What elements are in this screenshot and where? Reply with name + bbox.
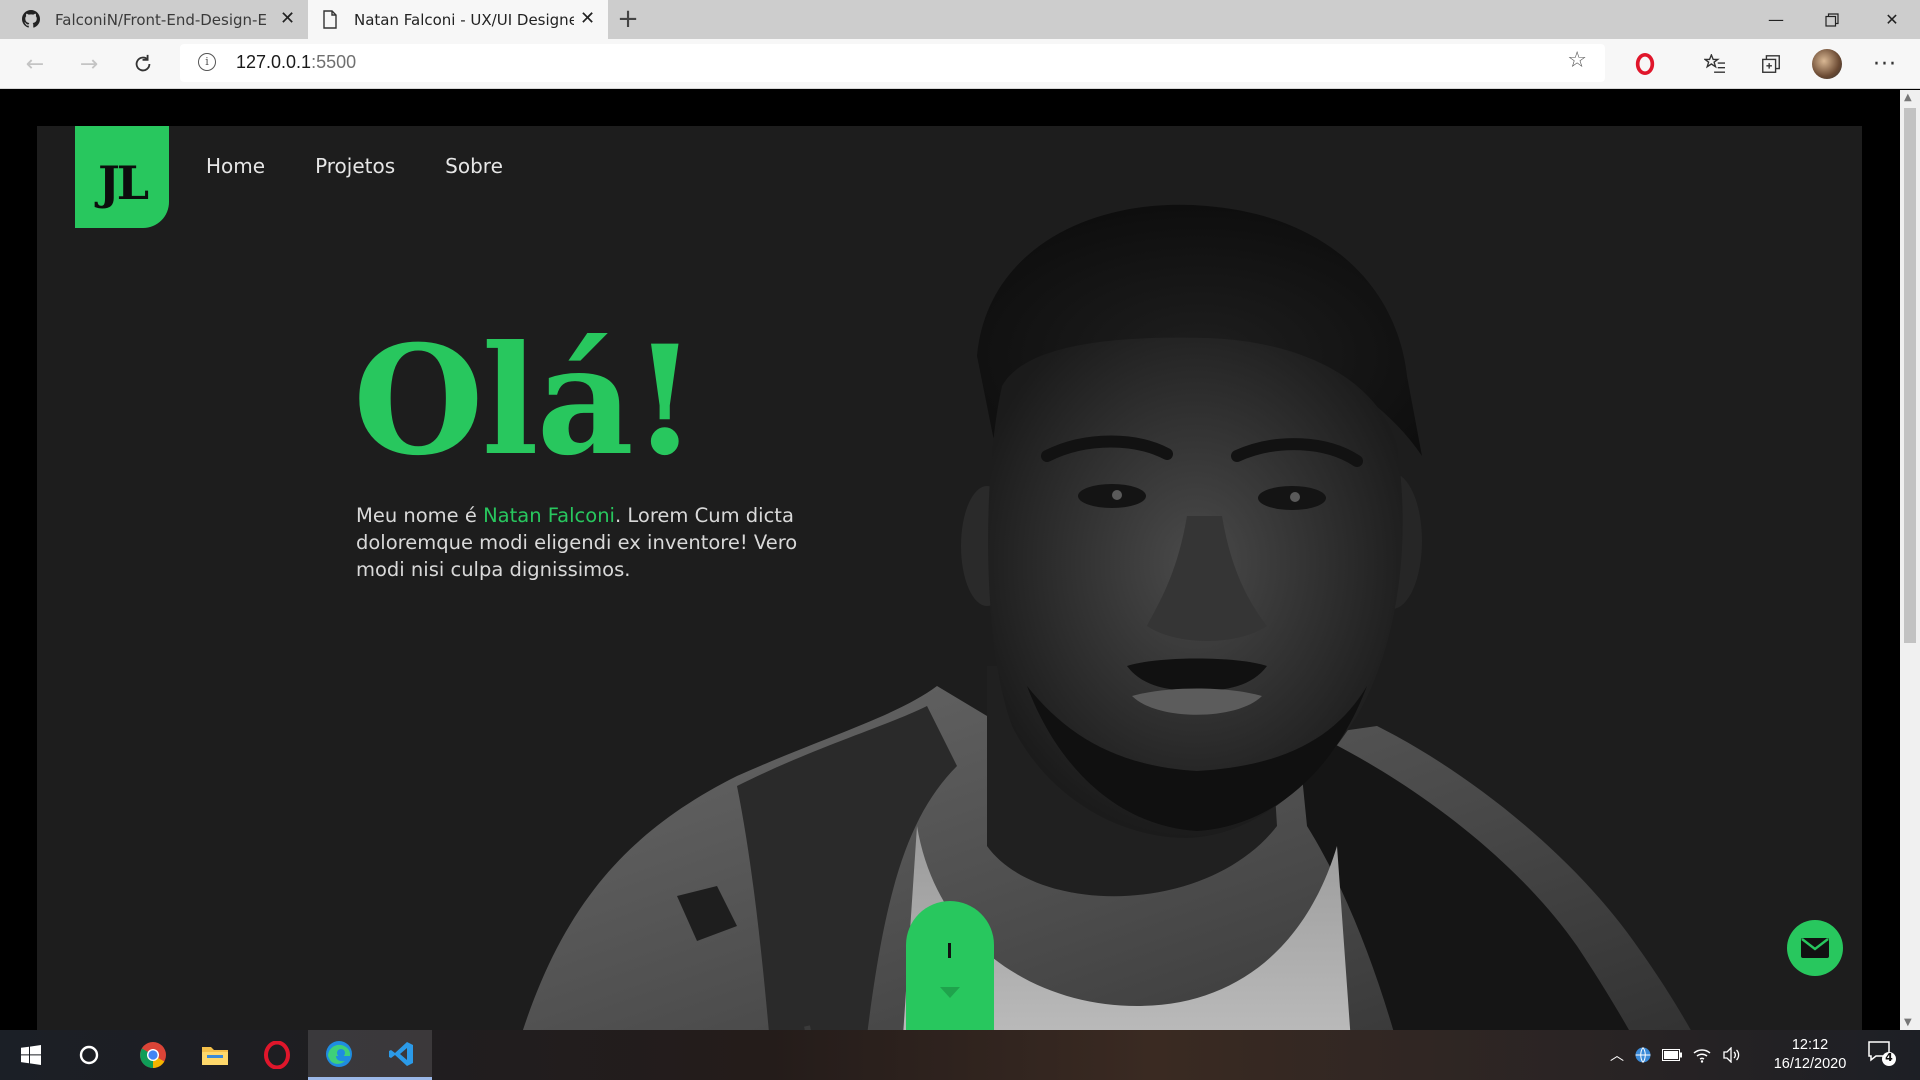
forward-button[interactable]: → (74, 50, 104, 78)
restore-icon (1825, 12, 1839, 27)
scroll-up-arrow-icon[interactable]: ▲ (1904, 92, 1912, 103)
more-menu-icon[interactable]: ··· (1869, 49, 1901, 79)
minimize-button[interactable]: — (1748, 0, 1804, 39)
new-tab-button[interactable]: + (614, 4, 642, 34)
opera-icon (264, 1041, 290, 1069)
taskbar-opera[interactable] (246, 1030, 308, 1080)
restore-button[interactable] (1804, 0, 1860, 39)
taskbar-chrome[interactable] (122, 1030, 184, 1080)
opera-extension-icon[interactable] (1629, 49, 1661, 79)
tab-github[interactable]: FalconiN/Front-End-Design-Esse ✕ (0, 0, 306, 39)
taskbar-file-explorer[interactable] (184, 1030, 246, 1080)
mouse-wheel-icon (948, 943, 951, 958)
clock-time: 12:12 (1791, 1037, 1829, 1053)
avatar (1812, 49, 1842, 79)
cortana-circle-icon (79, 1045, 99, 1065)
intro-name-highlight: Natan Falconi (483, 504, 615, 527)
page-icon (323, 10, 337, 29)
tray-overflow-chevron-icon[interactable]: ︿ (1610, 1045, 1624, 1065)
collections-icon[interactable] (1755, 49, 1787, 79)
tab-title: FalconiN/Front-End-Design-Esse (55, 10, 267, 29)
url-text[interactable]: 127.0.0.1:5500 (236, 52, 356, 73)
profile-avatar[interactable] (1811, 49, 1843, 79)
action-center-button[interactable]: 4 (1868, 1041, 1896, 1071)
url-port: :5500 (311, 52, 357, 72)
notification-count-badge: 4 (1885, 1051, 1893, 1064)
vscode-icon (389, 1041, 413, 1066)
wifi-icon[interactable] (1692, 1047, 1712, 1063)
chevron-down-icon (940, 987, 960, 998)
hero-section: JL Home Projetos Sobre Olá! Meu nome é N… (37, 126, 1862, 1030)
close-tab-icon[interactable]: ✕ (580, 8, 595, 29)
language-globe-icon[interactable] (1634, 1046, 1652, 1064)
start-button[interactable] (0, 1030, 62, 1080)
hero-greeting: Olá! (353, 313, 698, 489)
tab-title: Natan Falconi - UX/UI Designer (354, 10, 574, 29)
battery-icon[interactable] (1662, 1049, 1682, 1061)
page-viewport: JL Home Projetos Sobre Olá! Meu nome é N… (0, 90, 1900, 1030)
chrome-icon (140, 1042, 166, 1069)
close-tab-icon[interactable]: ✕ (280, 8, 295, 29)
close-window-button[interactable]: ✕ (1864, 0, 1920, 39)
hero-portrait-image (523, 204, 1691, 1030)
back-button[interactable]: ← (20, 50, 50, 78)
windows-taskbar: ︿ 12:12 16/12/2020 4 (0, 1030, 1920, 1080)
taskbar-vscode[interactable] (370, 1030, 432, 1080)
clock-date: 16/12/2020 (1773, 1056, 1847, 1072)
scroll-down-button[interactable] (906, 901, 994, 1030)
reload-button[interactable] (128, 50, 158, 78)
url-host: 127.0.0.1 (236, 52, 312, 72)
github-icon (22, 10, 40, 28)
reload-icon (135, 54, 151, 72)
scrollbar-thumb[interactable] (1904, 108, 1916, 643)
hero-intro-text: Meu nome é Natan Falconi. Lorem Cum dict… (356, 502, 806, 583)
nav-projetos[interactable]: Projetos (315, 154, 395, 178)
taskbar-clock[interactable]: 12:12 16/12/2020 (1760, 1036, 1860, 1074)
logo-text: JL (97, 156, 149, 210)
site-info-icon[interactable]: i (198, 53, 216, 71)
address-bar[interactable]: i 127.0.0.1:5500 ☆ (180, 44, 1605, 82)
nav-sobre[interactable]: Sobre (445, 154, 503, 178)
folder-icon (202, 1047, 228, 1065)
favorite-star-icon[interactable]: ☆ (1567, 48, 1587, 73)
browser-tab-strip: FalconiN/Front-End-Design-Esse ✕ Natan F… (0, 0, 1920, 39)
scroll-down-arrow-icon[interactable]: ▼ (1904, 1017, 1912, 1028)
main-nav: Home Projetos Sobre (206, 154, 503, 178)
site-logo[interactable]: JL (75, 126, 169, 228)
browser-toolbar: ← → i 127.0.0.1:5500 ☆ ··· (0, 39, 1920, 89)
favorites-icon[interactable] (1699, 49, 1731, 79)
mail-icon (1801, 938, 1829, 958)
edge-icon (326, 1040, 352, 1067)
nav-home[interactable]: Home (206, 154, 265, 178)
tab-portfolio[interactable]: Natan Falconi - UX/UI Designer ✕ (308, 0, 608, 39)
intro-before: Meu nome é (356, 504, 484, 527)
cortana-search-button[interactable] (58, 1030, 120, 1080)
contact-email-button[interactable] (1787, 920, 1843, 976)
volume-icon[interactable] (1722, 1047, 1742, 1063)
windows-logo-icon (21, 1045, 41, 1065)
page-scrollbar[interactable]: ▲ ▼ (1900, 90, 1920, 1030)
taskbar-edge[interactable] (308, 1030, 370, 1080)
system-tray: ︿ (1610, 1030, 1742, 1080)
